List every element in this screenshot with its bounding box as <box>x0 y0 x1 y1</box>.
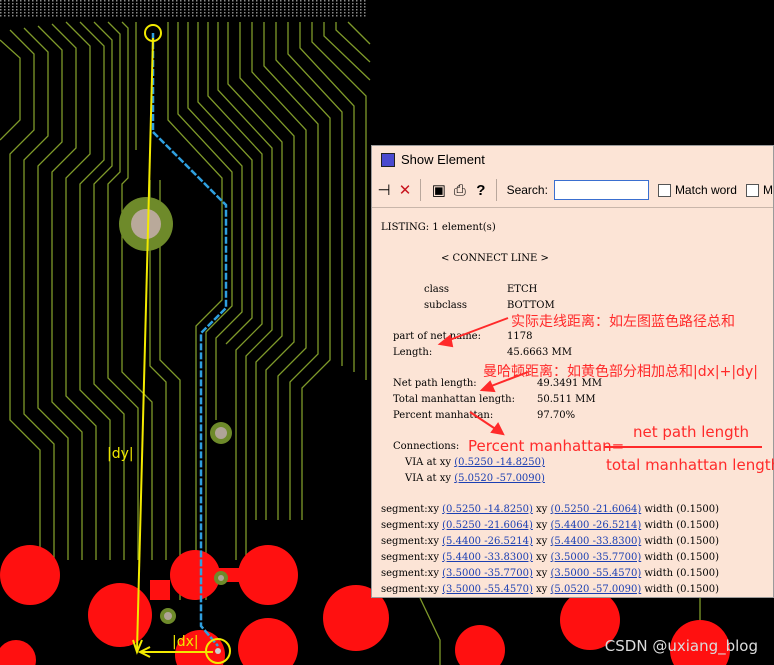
percent-manhattan-value: 97.70% <box>537 410 576 421</box>
segment-to-link[interactable]: (5.0520 -57.0090) <box>551 584 642 595</box>
length-label: Length: <box>393 347 433 358</box>
segment-row: segment:xy (0.5250 -14.8250) xy (0.5250 … <box>381 504 719 516</box>
segment-to-link[interactable]: (3.5000 -35.7700) <box>551 552 642 563</box>
segment-prefix: segment:xy <box>381 568 439 579</box>
connection-prefix: VIA at xy <box>405 457 452 468</box>
match-case-label: M <box>762 183 773 197</box>
segment-to-link[interactable]: (3.5000 -55.4570) <box>551 568 642 579</box>
segment-width-value: (0.1500) <box>676 584 720 595</box>
pin-icon[interactable]: ⊣ <box>375 178 393 202</box>
segment-prefix: segment:xy <box>381 504 439 515</box>
percent-manhattan-label: Percent manhattan: <box>393 410 494 421</box>
segment-width-value: (0.1500) <box>676 536 720 547</box>
toolbar-separator <box>420 179 421 201</box>
subclass-label: subclass <box>424 300 467 311</box>
segment-from-link[interactable]: (0.5250 -21.6064) <box>442 520 533 531</box>
segment-xy-word: xy <box>536 552 548 563</box>
dx-label: |dx| <box>172 634 199 650</box>
segment-width-label: width <box>644 584 674 595</box>
segment-to-link[interactable]: (0.5250 -21.6064) <box>551 504 642 515</box>
window-titlebar[interactable]: Show Element <box>372 146 773 173</box>
match-word-checkbox[interactable]: Match word <box>657 183 737 197</box>
segment-width-label: width <box>644 520 674 531</box>
segment-width-label: width <box>644 568 674 579</box>
length-value: 45.6663 MM <box>507 347 573 358</box>
segment-prefix: segment:xy <box>381 520 439 531</box>
segment-from-link[interactable]: (3.5000 -55.4570) <box>442 584 533 595</box>
segment-to-link[interactable]: (5.4400 -26.5214) <box>551 520 642 531</box>
connection-row: VIA at xy (5.0520 -57.0090) <box>405 473 545 485</box>
connection-coord-link[interactable]: (0.5250 -14.8250) <box>454 457 545 468</box>
toolbar-separator <box>495 179 497 201</box>
segment-from-link[interactable]: (5.4400 -26.5214) <box>442 536 533 547</box>
segment-width-value: (0.1500) <box>676 520 720 531</box>
segment-from-link[interactable]: (3.5000 -35.7700) <box>442 568 533 579</box>
formula-numerator: net path length <box>633 423 750 441</box>
segment-width-value: (0.1500) <box>676 552 720 563</box>
help-icon[interactable]: ? <box>472 178 490 202</box>
segment-xy-word: xy <box>536 520 548 531</box>
segment-prefix: segment:xy <box>381 536 439 547</box>
connections-label: Connections: <box>393 441 460 452</box>
search-input[interactable] <box>553 180 649 200</box>
segment-xy-word: xy <box>536 584 548 595</box>
dy-label: |dy| <box>107 446 134 462</box>
connection-prefix: VIA at xy <box>405 473 452 484</box>
segment-xy-word: xy <box>536 504 548 515</box>
window-title: Show Element <box>401 152 485 167</box>
pin-field <box>0 0 368 18</box>
segment-from-link[interactable]: (5.4400 -33.8300) <box>442 552 533 563</box>
segment-row: segment:xy (3.5000 -55.4570) xy (5.0520 … <box>381 584 719 596</box>
segment-row: segment:xy (5.4400 -33.8300) xy (3.5000 … <box>381 552 719 564</box>
listing-pane: LISTING: 1 element(s) < CONNECT LINE > c… <box>372 208 773 597</box>
class-value: ETCH <box>507 284 538 295</box>
search-label: Search: <box>506 183 548 197</box>
manhattan-annotation: 曼哈顿距离：如黄色部分相加总和|dx|+|dy| <box>483 364 758 380</box>
net-name-value: 1178 <box>507 331 533 342</box>
element-type: < CONNECT LINE > <box>441 253 549 264</box>
match-case-box[interactable] <box>745 183 759 197</box>
segment-width-label: width <box>644 504 674 515</box>
match-word-label: Match word <box>674 183 737 197</box>
segment-row: segment:xy (0.5250 -21.6064) xy (5.4400 … <box>381 520 719 532</box>
total-manhattan-value: 50.511 MM <box>537 394 596 405</box>
save-icon[interactable]: ▣ <box>430 178 448 202</box>
segment-prefix: segment:xy <box>381 584 439 595</box>
segment-width-label: width <box>644 552 674 563</box>
toolbar: ⊣ ✕ ▣ ⎙ ? Search: Match word M <box>372 175 773 205</box>
watermark: CSDN @uxiang_blog <box>604 637 758 655</box>
segment-xy-word: xy <box>536 536 548 547</box>
net-path-label: Net path length: <box>393 378 477 389</box>
segment-from-link[interactable]: (0.5250 -14.8250) <box>442 504 533 515</box>
print-icon[interactable]: ⎙ <box>451 178 469 202</box>
segment-prefix: segment:xy <box>381 552 439 563</box>
connection-coord-link[interactable]: (5.0520 -57.0090) <box>454 473 545 484</box>
actual-length-annotation: 实际走线距离：如左图蓝色路径总和 <box>511 314 735 330</box>
connection-row: VIA at xy (0.5250 -14.8250) <box>405 457 545 469</box>
segment-width-value: (0.1500) <box>676 504 720 515</box>
segment-xy-word: xy <box>536 568 548 579</box>
percent-formula-annotation: Percent manhattan= <box>468 437 625 455</box>
segment-to-link[interactable]: (5.4400 -33.8300) <box>551 536 642 547</box>
listing-header: LISTING: 1 element(s) <box>381 222 496 233</box>
segment-row: segment:xy (3.5000 -35.7700) xy (3.5000 … <box>381 568 719 580</box>
class-label: class <box>424 284 450 295</box>
match-word-box[interactable] <box>657 183 671 197</box>
close-icon[interactable]: ✕ <box>396 178 414 202</box>
segment-width-label: width <box>644 536 674 547</box>
formula-denominator: total manhattan length <box>606 456 774 474</box>
segment-row: segment:xy (5.4400 -26.5214) xy (5.4400 … <box>381 536 719 548</box>
total-manhattan-label: Total manhattan length: <box>393 394 515 405</box>
segment-width-value: (0.1500) <box>676 568 720 579</box>
match-case-checkbox[interactable]: M <box>745 183 773 197</box>
net-name-label: part of net name: <box>393 331 481 342</box>
app-icon <box>381 152 395 167</box>
